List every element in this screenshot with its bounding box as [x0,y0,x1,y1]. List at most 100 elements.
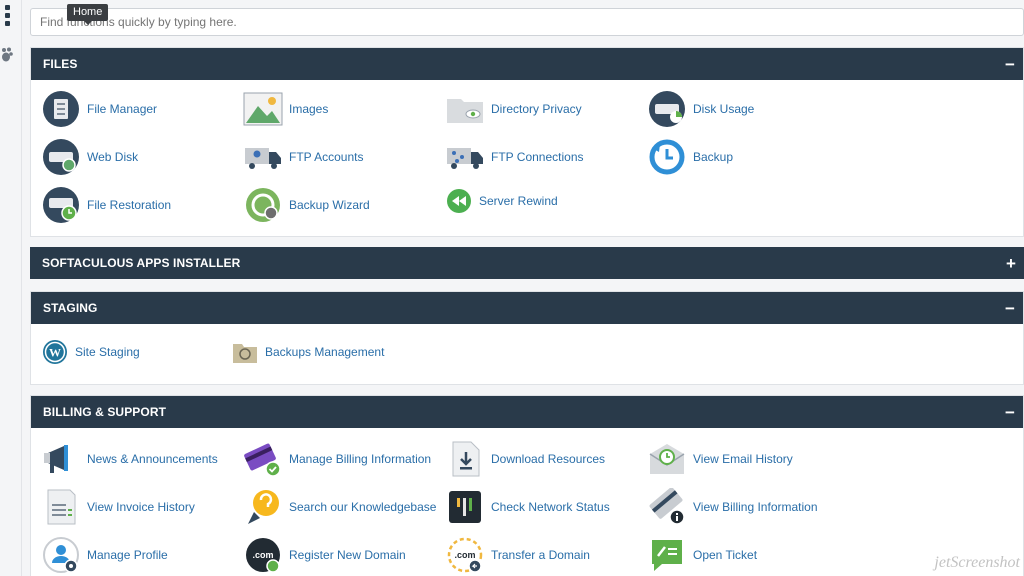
server-rewind-item[interactable]: Server Rewind [445,181,558,221]
collapse-icon[interactable]: − [1003,56,1017,73]
svg-text:.com: .com [252,550,273,560]
credit-card-icon [243,439,283,479]
menu-icon[interactable] [0,4,14,26]
site-staging-label: Site Staging [75,345,140,359]
download-icon [445,439,485,479]
staging-header[interactable]: STAGING − [31,292,1023,324]
staging-panel: STAGING − W Site Staging Backups Managem… [30,291,1024,385]
file-manager-icon [41,89,81,129]
manage-billing-label: Manage Billing Information [289,452,432,466]
invoice-icon [41,487,81,527]
register-new-domain-label: Register New Domain [289,548,406,562]
directory-privacy-icon [445,89,485,129]
ftp-accounts-item[interactable]: FTP Accounts [243,137,363,177]
softaculous-header[interactable]: SOFTACULOUS APPS INSTALLER + [30,247,1024,279]
network-status-icon [445,487,485,527]
file-manager-label: File Manager [87,102,158,116]
files-header[interactable]: FILES − [31,48,1023,80]
images-icon [243,89,283,129]
backup-wizard-icon [243,185,283,225]
collapse-icon[interactable]: − [1003,404,1017,421]
search-knowledgebase-item[interactable]: Search our Knowledgebase [243,487,436,527]
download-resources-item[interactable]: Download Resources [445,439,605,479]
download-resources-label: Download Resources [491,452,606,466]
images-label: Images [289,102,329,116]
ftp-accounts-label: FTP Accounts [289,150,364,164]
server-rewind-icon [445,187,473,215]
softaculous-panel: SOFTACULOUS APPS INSTALLER + [30,247,1024,279]
backups-management-item[interactable]: Backups Management [231,332,384,372]
check-network-status-label: Check Network Status [491,500,610,514]
files-panel: FILES − File Manager Images Directory Pr… [30,47,1024,237]
profile-icon [41,535,81,575]
billing-support-panel: BILLING & SUPPORT − News & Announcements… [30,395,1024,576]
news-announcements-label: News & Announcements [87,452,218,466]
file-manager-item[interactable]: File Manager [41,89,157,129]
open-ticket-label: Open Ticket [693,548,758,562]
files-title: FILES [43,57,78,71]
view-invoice-history-label: View Invoice History [87,500,195,514]
ftp-accounts-icon [243,137,283,177]
staging-title: STAGING [43,301,98,315]
backup-wizard-item[interactable]: Backup Wizard [243,185,370,225]
transfer-domain-label: Transfer a Domain [491,548,590,562]
search-knowledgebase-label: Search our Knowledgebase [289,500,437,514]
email-history-icon [647,439,687,479]
file-restoration-icon [41,185,81,225]
view-email-history-item[interactable]: View Email History [647,439,793,479]
register-domain-icon: .com [243,535,283,575]
billing-info-icon [647,487,687,527]
ftp-connections-icon [445,137,485,177]
view-invoice-history-item[interactable]: View Invoice History [41,487,195,527]
softaculous-title: SOFTACULOUS APPS INSTALLER [42,256,241,270]
view-billing-information-label: View Billing Information [693,500,818,514]
manage-profile-item[interactable]: Manage Profile [41,535,168,575]
billing-support-title: BILLING & SUPPORT [43,405,167,419]
disk-usage-item[interactable]: Disk Usage [647,89,754,129]
svg-text:.com: .com [454,550,475,560]
open-ticket-item[interactable]: Open Ticket [647,535,757,575]
disk-usage-label: Disk Usage [693,102,755,116]
manage-billing-item[interactable]: Manage Billing Information [243,439,431,479]
directory-privacy-label: Directory Privacy [491,102,582,116]
view-billing-information-item[interactable]: View Billing Information [647,487,818,527]
wordpress-icon: W [41,338,69,366]
lightbulb-icon [243,487,283,527]
web-disk-icon [41,137,81,177]
file-restoration-item[interactable]: File Restoration [41,185,171,225]
expand-icon[interactable]: + [1004,255,1018,272]
megaphone-icon [41,439,81,479]
left-rail [0,0,22,576]
disk-usage-icon [647,89,687,129]
ftp-connections-item[interactable]: FTP Connections [445,137,584,177]
check-network-status-item[interactable]: Check Network Status [445,487,610,527]
file-restoration-label: File Restoration [87,198,172,212]
transfer-domain-item[interactable]: .com Transfer a Domain [445,535,590,575]
backup-label: Backup [693,150,734,164]
images-item[interactable]: Images [243,89,328,129]
paw-icon[interactable] [0,44,14,66]
manage-profile-label: Manage Profile [87,548,168,562]
web-disk-label: Web Disk [87,150,139,164]
svg-text:W: W [49,346,61,360]
directory-privacy-item[interactable]: Directory Privacy [445,89,582,129]
news-announcements-item[interactable]: News & Announcements [41,439,218,479]
web-disk-item[interactable]: Web Disk [41,137,138,177]
register-new-domain-item[interactable]: .com Register New Domain [243,535,406,575]
ftp-connections-label: FTP Connections [491,150,584,164]
backup-wizard-label: Backup Wizard [289,198,370,212]
server-rewind-label: Server Rewind [479,194,558,208]
backup-item[interactable]: Backup [647,137,733,177]
billing-support-header[interactable]: BILLING & SUPPORT − [31,396,1023,428]
backups-management-icon [231,338,259,366]
site-staging-item[interactable]: W Site Staging [41,332,140,372]
search-input[interactable] [30,8,1024,36]
view-email-history-label: View Email History [693,452,793,466]
ticket-icon [647,535,687,575]
home-tooltip: Home [67,4,109,25]
watermark: jetScreenshot [934,554,1020,571]
backups-management-label: Backups Management [265,345,385,359]
backup-icon [647,137,687,177]
collapse-icon[interactable]: − [1003,300,1017,317]
transfer-domain-icon: .com [445,535,485,575]
